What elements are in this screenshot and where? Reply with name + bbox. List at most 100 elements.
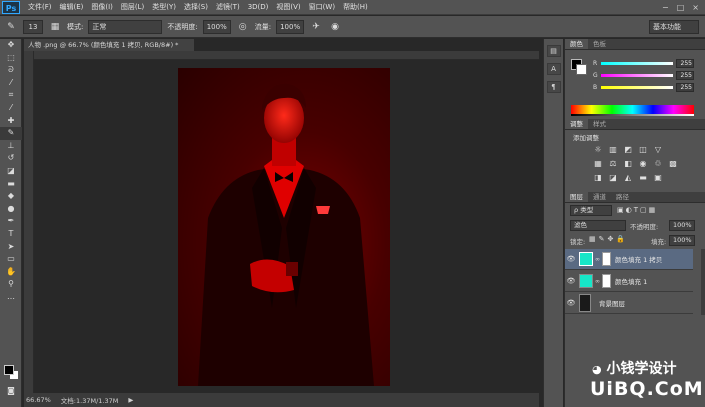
clone-stamp-tool-icon[interactable]: ⊥ <box>0 140 22 153</box>
g-slider[interactable] <box>601 73 673 77</box>
hand-tool-icon[interactable]: ✋ <box>0 266 22 279</box>
type-tool-icon[interactable]: T <box>0 228 22 241</box>
brush-tool-icon[interactable]: ✎ <box>4 20 18 34</box>
menu-select[interactable]: 选择(S) <box>180 0 212 15</box>
zoom-tool-icon[interactable]: ⚲ <box>0 278 22 291</box>
document-tab[interactable]: 人物 .png @ 66.7% (颜色填充 1 拷贝, RGB/8#) * <box>24 39 194 51</box>
maximize-icon[interactable]: □ <box>677 3 685 12</box>
brush-panel-icon[interactable]: ▦ <box>48 20 62 34</box>
tab-layers[interactable]: 图层 <box>565 192 588 202</box>
flow-input[interactable]: 100% <box>276 19 305 34</box>
mode-select[interactable]: 正常 <box>88 19 163 34</box>
pressure-size-icon[interactable]: ◉ <box>328 20 342 34</box>
tab-color[interactable]: 颜色 <box>565 39 588 49</box>
lasso-tool-icon[interactable]: ᘐ <box>0 64 22 77</box>
history-panel-icon[interactable]: ▤ <box>546 45 561 57</box>
layers-scrollbar[interactable] <box>701 249 705 315</box>
menu-3d[interactable]: 3D(D) <box>244 0 273 15</box>
tab-channels[interactable]: 通道 <box>588 192 611 202</box>
layer-row[interactable]: 👁 ∞ 颜色填充 1 <box>565 271 693 292</box>
menu-view[interactable]: 视图(V) <box>272 0 304 15</box>
layer-name[interactable]: 背景图层 <box>599 298 625 308</box>
vibrance-icon[interactable]: ▽ <box>653 145 663 155</box>
r-slider[interactable] <box>601 61 673 65</box>
tab-paths[interactable]: 路径 <box>611 192 634 202</box>
lock-icons[interactable]: ▦✎✥🔒 <box>589 235 628 243</box>
layer-opacity-input[interactable]: 100% <box>669 220 695 231</box>
visibility-eye-icon[interactable]: 👁 <box>565 255 577 263</box>
hue-saturation-icon[interactable]: ▦ <box>593 159 603 169</box>
opacity-input[interactable]: 100% <box>202 19 231 34</box>
tab-adjustments[interactable]: 调整 <box>565 119 588 129</box>
menu-filter[interactable]: 滤镜(T) <box>212 0 244 15</box>
airbrush-icon[interactable]: ✈ <box>309 20 323 34</box>
menu-edit[interactable]: 编辑(E) <box>56 0 88 15</box>
more-tools-icon[interactable]: … <box>0 291 22 304</box>
pen-tool-icon[interactable]: ✒ <box>0 215 22 228</box>
path-select-tool-icon[interactable]: ➤ <box>0 241 22 254</box>
layer-mask-thumbnail[interactable] <box>602 252 611 266</box>
quick-mask-icon[interactable]: ◙ <box>0 385 22 398</box>
zoom-level[interactable]: 66.67% <box>26 396 51 404</box>
selective-color-icon[interactable]: ▣ <box>653 173 663 183</box>
menu-file[interactable]: 文件(F) <box>24 0 56 15</box>
b-slider[interactable] <box>601 85 673 89</box>
close-icon[interactable]: × <box>692 3 699 12</box>
threshold-icon[interactable]: ◭ <box>623 173 633 183</box>
color-panel-background[interactable] <box>576 64 587 75</box>
layer-row[interactable]: 👁 ∞ 颜色填充 1 拷贝 <box>565 249 693 270</box>
marquee-tool-icon[interactable]: ⬚ <box>0 52 22 65</box>
quick-select-tool-icon[interactable]: ⁄ <box>0 77 22 90</box>
move-tool-icon[interactable]: ✥ <box>0 39 22 52</box>
layer-row[interactable]: 👁 背景图层 <box>565 293 693 314</box>
layer-mask-thumbnail[interactable] <box>602 274 611 288</box>
g-value-input[interactable]: 255 <box>676 70 694 80</box>
pressure-opacity-icon[interactable]: ◎ <box>236 20 250 34</box>
foreground-color-swatch[interactable] <box>4 365 14 375</box>
menu-window[interactable]: 窗口(W) <box>305 0 339 15</box>
gradient-tool-icon[interactable]: ▬ <box>0 178 22 191</box>
grayscale-bar[interactable] <box>571 114 694 116</box>
layer-filter-icons[interactable]: ▣◐T▢▦ <box>617 206 657 214</box>
paragraph-panel-icon[interactable]: ¶ <box>546 81 561 93</box>
visibility-eye-icon[interactable]: 👁 <box>565 299 577 307</box>
channel-mixer-icon[interactable]: ♲ <box>653 159 663 169</box>
document-image[interactable] <box>178 68 390 386</box>
eyedropper-tool-icon[interactable]: ⁄ <box>0 102 22 115</box>
posterize-icon[interactable]: ◪ <box>608 173 618 183</box>
curves-icon[interactable]: ◩ <box>623 145 633 155</box>
menu-type[interactable]: 类型(Y) <box>148 0 180 15</box>
blur-tool-icon[interactable]: ◆ <box>0 190 22 203</box>
fill-input[interactable]: 100% <box>669 235 695 246</box>
menu-layer[interactable]: 图层(L) <box>117 0 148 15</box>
brightness-icon[interactable]: ☼ <box>593 145 603 155</box>
workspace-select[interactable]: 基本功能 <box>649 20 699 34</box>
black-white-icon[interactable]: ◧ <box>623 159 633 169</box>
tab-styles[interactable]: 样式 <box>588 119 611 129</box>
character-panel-icon[interactable]: A <box>546 63 561 75</box>
r-value-input[interactable]: 255 <box>676 58 694 68</box>
layer-name[interactable]: 颜色填充 1 <box>615 276 647 286</box>
brush-size-picker[interactable]: 13 <box>23 19 43 34</box>
brush-tool-icon[interactable]: ✎ <box>0 127 22 140</box>
tab-swatches[interactable]: 色板 <box>588 39 611 49</box>
levels-icon[interactable]: ▥ <box>608 145 618 155</box>
minimize-icon[interactable]: − <box>662 3 669 12</box>
photo-filter-icon[interactable]: ◉ <box>638 159 648 169</box>
menu-image[interactable]: 图像(I) <box>87 0 117 15</box>
eraser-tool-icon[interactable]: ◪ <box>0 165 22 178</box>
layer-name[interactable]: 颜色填充 1 拷贝 <box>615 254 662 264</box>
color-lookup-icon[interactable]: ▩ <box>668 159 678 169</box>
blend-mode-select[interactable]: 滤色 <box>570 220 626 231</box>
crop-tool-icon[interactable]: ⌗ <box>0 89 22 102</box>
history-brush-tool-icon[interactable]: ↺ <box>0 152 22 165</box>
gradient-map-icon[interactable]: ▬ <box>638 173 648 183</box>
color-balance-icon[interactable]: ⚖ <box>608 159 618 169</box>
menu-help[interactable]: 帮助(H) <box>339 0 372 15</box>
layer-kind-filter[interactable]: ρ 类型 <box>570 205 612 216</box>
color-spectrum-bar[interactable] <box>571 105 694 114</box>
dodge-tool-icon[interactable]: ● <box>0 203 22 216</box>
status-menu-icon[interactable]: ▶ <box>128 396 133 404</box>
invert-icon[interactable]: ◨ <box>593 173 603 183</box>
b-value-input[interactable]: 255 <box>676 82 694 92</box>
